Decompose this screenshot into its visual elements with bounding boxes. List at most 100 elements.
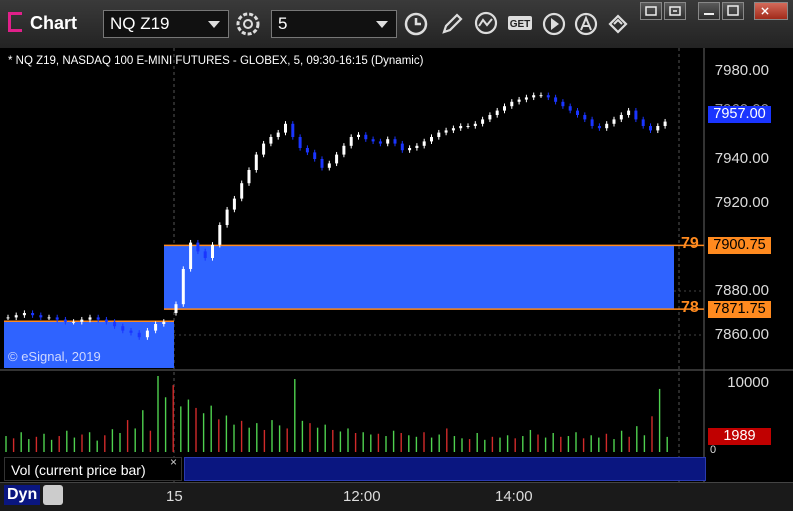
copyright: © eSignal, 2019 [8,349,101,364]
svg-text:GET: GET [510,19,531,30]
close-icon[interactable]: × [170,455,177,469]
candle-body [663,121,667,126]
candle-body [466,126,470,127]
app-title: Chart [30,13,78,33]
candle-body [649,126,652,131]
candle-body [430,137,433,142]
candle-body [349,137,353,146]
candle-body [137,332,141,338]
study-icon[interactable] [472,10,500,38]
candle-body [88,317,92,320]
candle-body [641,119,645,126]
candle-body [524,97,528,100]
settings-gear-icon[interactable] [234,10,262,38]
chevron-down-icon[interactable] [208,21,220,28]
pencil-icon[interactable] [438,10,466,38]
candle-body [364,134,368,140]
candle-body [113,321,117,327]
restore-icon[interactable] [640,2,662,20]
candle-body [276,132,280,137]
price-volume-chart[interactable] [0,48,793,482]
candle-body [335,154,339,164]
candle-body [262,143,266,155]
candle-body [211,244,214,258]
volume-last-tag: 1989 [708,428,771,445]
candle-body [254,154,258,170]
candle-body [63,319,67,322]
volume-label-strip [184,457,706,481]
candle-body [561,101,565,107]
candle-body [408,148,412,151]
candle-body [72,321,76,323]
chart-header: * NQ Z19, NASDAQ 100 E-MINI FUTURES - GL… [8,55,424,67]
volume-axis-label: 10000 [727,374,769,391]
play-icon[interactable] [540,10,568,38]
symbol-combo[interactable]: NQ Z19 [103,10,229,38]
candle-body [597,126,601,129]
candle-body [481,119,485,124]
candle-body [510,101,514,107]
level-price-tag: 7871.75 [708,301,771,319]
level-label: 78 [681,299,699,317]
candle-body [568,106,572,111]
autoscale-icon[interactable] [572,10,600,38]
candle-body [656,126,660,131]
candle-body [539,95,543,97]
price-axis-label: 7880.00 [714,282,769,299]
clock-icon[interactable] [402,10,430,38]
candle-body [342,145,346,155]
time-label: 15 [166,488,183,505]
minimize-icon[interactable] [698,2,720,20]
unpin-icon[interactable] [664,2,686,20]
candle-body [284,123,287,133]
interval-combo[interactable]: 5 [271,10,397,38]
price-axis-label: 7980.00 [714,62,769,79]
candle-body [80,319,84,322]
candle-body [129,330,133,333]
time-label: 12:00 [343,488,381,505]
candle-body [400,143,404,151]
candle-body [31,313,35,316]
symbol-value: NQ Z19 [110,14,170,33]
candle-body [495,110,499,115]
candle-body [371,139,375,142]
close-icon[interactable] [754,2,788,20]
level-label: 79 [681,235,699,253]
candle-body [590,119,594,126]
candle-body [444,130,448,133]
candle-body [203,251,207,258]
time-axis-bar [0,482,793,511]
candle-body [218,225,222,245]
volume-study-label[interactable]: Vol (current price bar) [4,457,182,481]
candle-body [612,119,616,124]
candle-body [473,123,477,126]
last-price-tag: 7957.00 [708,106,771,123]
candle-body [583,115,587,120]
dynamic-mode-button[interactable]: Dyn [4,485,41,505]
candle-body [503,106,506,111]
price-axis-label: 7940.00 [714,150,769,167]
candle-body [327,163,331,168]
candle-body [459,126,463,129]
candle-body [196,242,200,252]
candle-body [554,97,558,102]
candle-body [320,159,324,168]
candle-body [532,95,536,98]
lock-icon[interactable] [43,485,63,505]
candle-body [225,209,229,225]
interval-value: 5 [278,14,288,33]
time-label: 14:00 [495,488,533,505]
candle-body [313,152,317,159]
price-axis-label: 7860.00 [714,326,769,343]
candle-body [357,134,360,137]
chevron-down-icon[interactable] [376,21,388,28]
gap-fill-box [164,245,674,310]
link-icon[interactable] [604,10,632,38]
candle-body [305,148,309,153]
get-icon[interactable]: GET [506,10,534,38]
maximize-icon[interactable] [722,2,744,20]
level-price-tag: 7900.75 [708,237,771,255]
candle-body [174,304,178,313]
candle-body [240,183,244,199]
candle-body [415,145,419,148]
